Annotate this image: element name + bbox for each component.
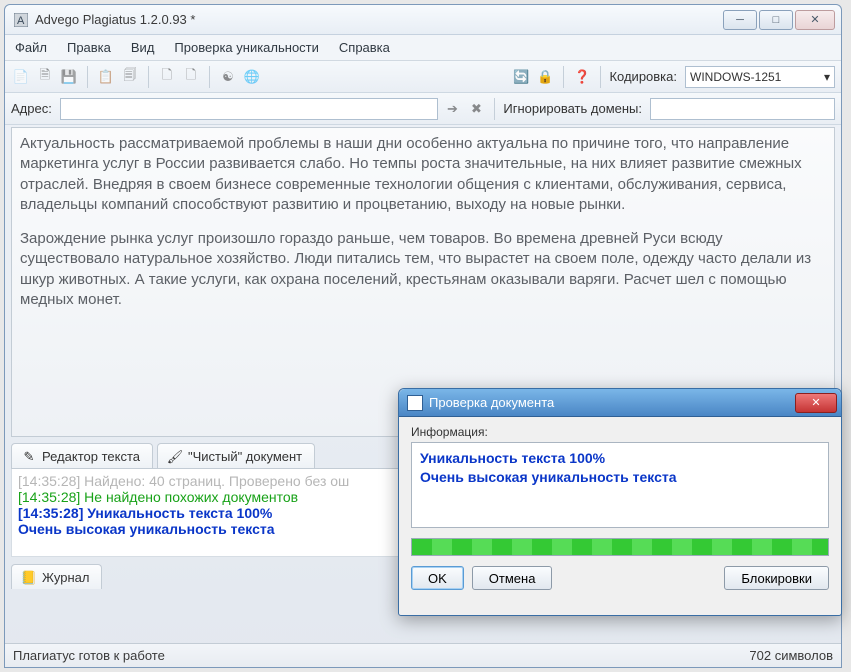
close-button[interactable]: ✕	[795, 10, 835, 30]
status-left: Плагиатус готов к работе	[13, 648, 165, 663]
encoding-select[interactable]: WINDOWS-1251 ▾	[685, 66, 835, 88]
tab-clean[interactable]: 🖌 "Чистый" документ	[157, 443, 315, 468]
stop-icon[interactable]: ✖	[466, 99, 486, 119]
tab-journal-label: Журнал	[42, 570, 89, 585]
toolbar-address: Адрес: ➔ ✖ Игнорировать домены:	[5, 93, 841, 125]
separator	[563, 66, 564, 88]
open-html-icon[interactable]: 🗎	[35, 67, 55, 87]
dialog-icon	[407, 395, 423, 411]
cancel-button[interactable]: Отмена	[472, 566, 553, 590]
globe-icon[interactable]: 🌐	[242, 67, 262, 87]
dialog-info-box: Уникальность текста 100% Очень высокая у…	[411, 442, 829, 528]
refresh-icon[interactable]: 🔄	[511, 67, 531, 87]
save-icon[interactable]: 💾	[59, 67, 79, 87]
dialog-progress	[411, 538, 829, 556]
dialog-info-line1: Уникальность текста 100%	[420, 449, 820, 468]
dialog-info-label: Информация:	[411, 425, 829, 439]
toolbar-main: 📄 🗎 💾 📋 🗐 🗋 🗋 ☯ 🌐 🔄 🔒 ❓ Кодировка: WINDO…	[5, 61, 841, 93]
paste-icon[interactable]: 🗐	[120, 67, 140, 87]
text-paragraph: Актуальность рассматриваемой проблемы в …	[20, 134, 826, 215]
status-right: 702 символов	[749, 648, 833, 663]
doc1-icon[interactable]: 🗋	[157, 67, 177, 87]
window-title: Advego Plagiatus 1.2.0.93 *	[35, 12, 723, 27]
svg-text:A: A	[17, 15, 25, 27]
titlebar: A Advego Plagiatus 1.2.0.93 * ─ □ ✕	[5, 5, 841, 35]
separator	[148, 66, 149, 88]
separator	[600, 66, 601, 88]
separator	[494, 98, 495, 120]
locks-button[interactable]: Блокировки	[724, 566, 829, 590]
window-controls: ─ □ ✕	[723, 10, 835, 30]
address-label: Адрес:	[11, 101, 52, 116]
tab-journal[interactable]: 📒 Журнал	[11, 564, 102, 589]
pencil-icon: ✎	[22, 450, 36, 464]
maximize-button[interactable]: □	[759, 10, 793, 30]
lock-icon[interactable]: 🔒	[535, 67, 555, 87]
tab-editor-label: Редактор текста	[42, 449, 140, 464]
dialog-close-button[interactable]: ✕	[795, 393, 837, 413]
notebook-icon: 📒	[22, 571, 36, 585]
minimize-button[interactable]: ─	[723, 10, 757, 30]
doc2-icon[interactable]: 🗋	[181, 67, 201, 87]
menu-view[interactable]: Вид	[121, 37, 165, 58]
menubar: Файл Правка Вид Проверка уникальности Сп…	[5, 35, 841, 61]
encoding-value: WINDOWS-1251	[690, 70, 781, 84]
dialog-title: Проверка документа	[429, 395, 795, 410]
menu-edit[interactable]: Правка	[57, 37, 121, 58]
app-icon: A	[13, 12, 29, 28]
menu-help[interactable]: Справка	[329, 37, 400, 58]
help-icon[interactable]: ❓	[572, 67, 592, 87]
go-icon[interactable]: ➔	[442, 99, 462, 119]
chevron-down-icon: ▾	[824, 70, 830, 84]
ignore-domains-label: Игнорировать домены:	[503, 101, 642, 116]
separator	[209, 66, 210, 88]
brush-icon: 🖌	[168, 450, 182, 464]
progress-bar-fill	[412, 539, 828, 555]
new-file-icon[interactable]: 📄	[11, 67, 31, 87]
yinyang-icon[interactable]: ☯	[218, 67, 238, 87]
ok-button[interactable]: OK	[411, 566, 464, 590]
encoding-label: Кодировка:	[609, 69, 677, 84]
dialog-titlebar: Проверка документа ✕	[399, 389, 841, 417]
menu-file[interactable]: Файл	[5, 37, 57, 58]
menu-check[interactable]: Проверка уникальности	[164, 37, 328, 58]
dialog-buttons: OK Отмена Блокировки	[411, 566, 829, 590]
dialog-body: Информация: Уникальность текста 100% Оче…	[399, 417, 841, 600]
ignore-domains-input[interactable]	[650, 98, 835, 120]
address-input[interactable]	[60, 98, 439, 120]
tab-clean-label: "Чистый" документ	[188, 449, 302, 464]
tab-editor[interactable]: ✎ Редактор текста	[11, 443, 153, 468]
separator	[87, 66, 88, 88]
statusbar: Плагиатус готов к работе 702 символов	[5, 643, 841, 667]
check-dialog: Проверка документа ✕ Информация: Уникаль…	[398, 388, 842, 616]
text-paragraph: Зарождение рынка услуг произошло гораздо…	[20, 229, 826, 310]
copy-icon[interactable]: 📋	[96, 67, 116, 87]
dialog-info-line2: Очень высокая уникальность текста	[420, 468, 820, 487]
